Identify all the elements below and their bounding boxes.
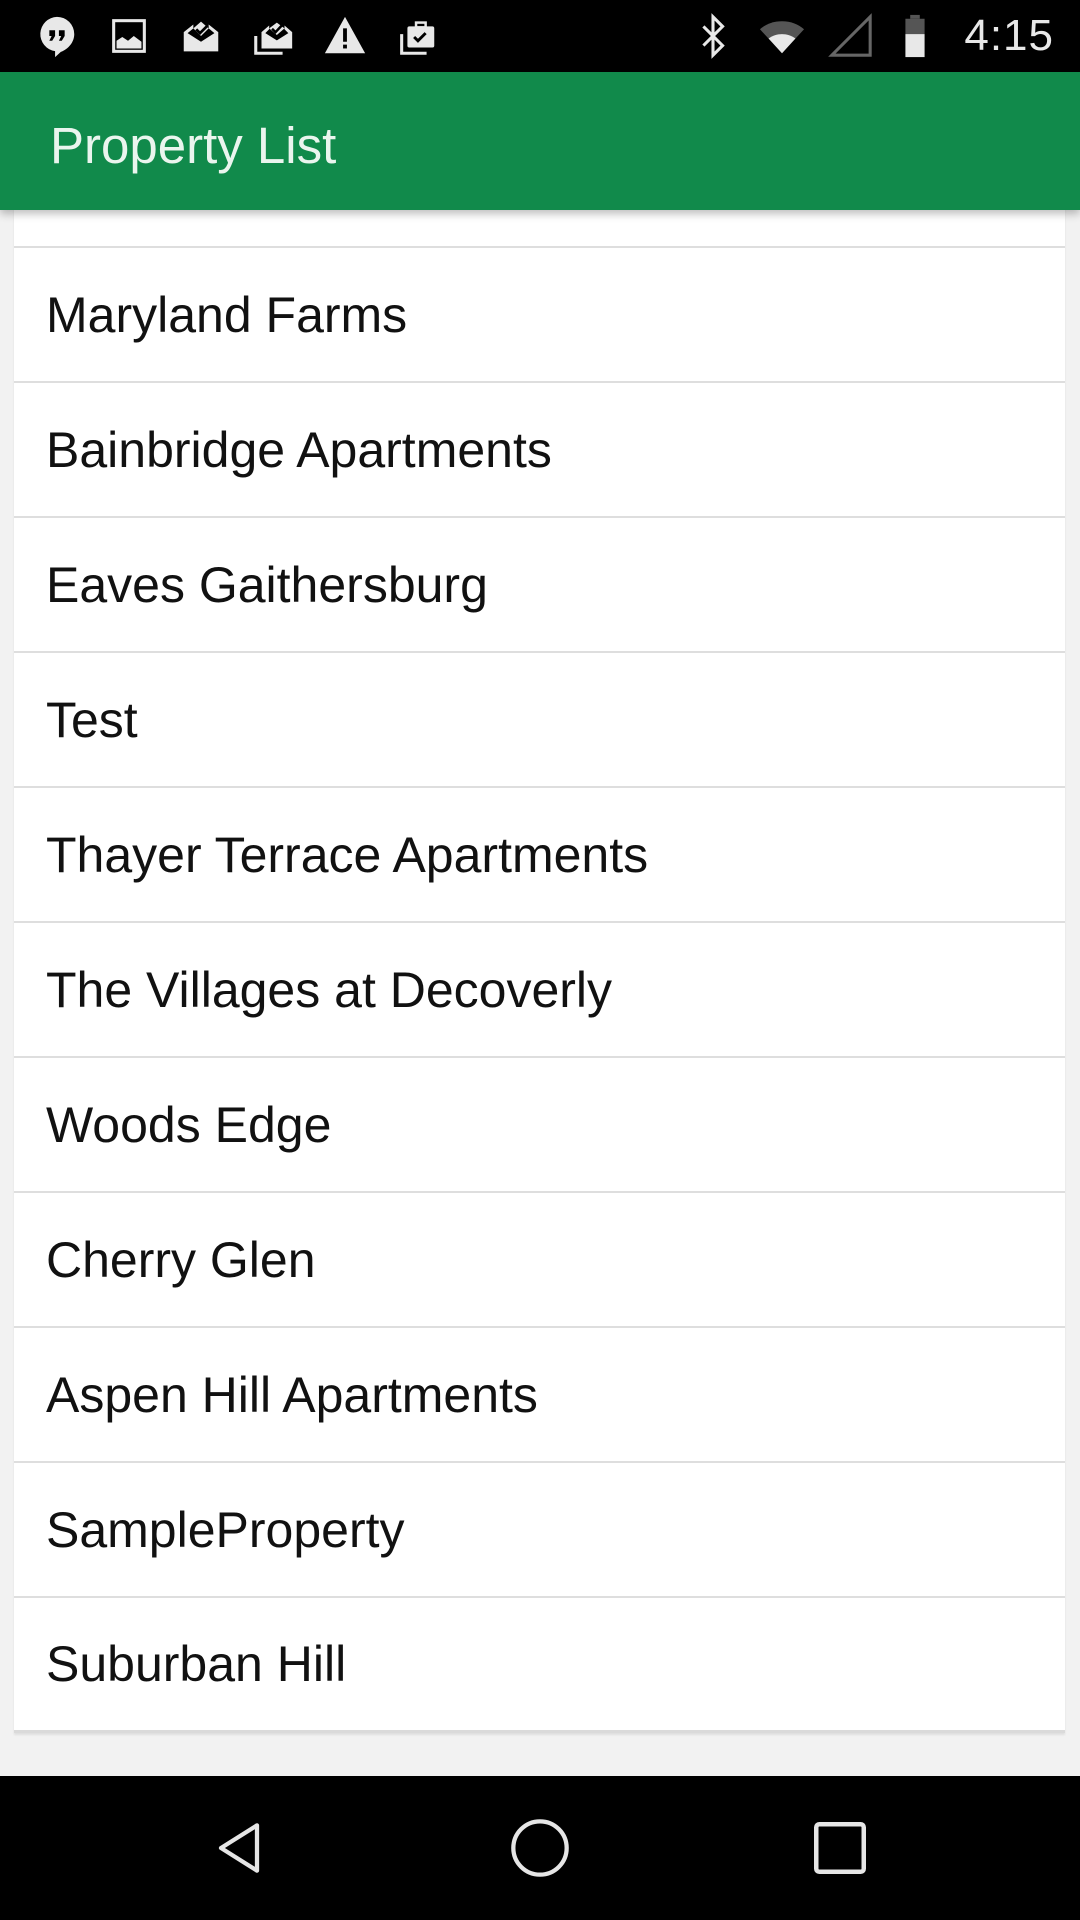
property-list-scroll[interactable]: Rockdale Apartments Maryland Farms Bainb… bbox=[0, 210, 1080, 1776]
wifi-icon bbox=[760, 21, 805, 54]
page-title: Property List bbox=[50, 117, 337, 174]
back-button[interactable] bbox=[205, 1812, 277, 1884]
status-bar: 4:15 bbox=[0, 0, 1080, 72]
property-list: Rockdale Apartments Maryland Farms Bainb… bbox=[14, 210, 1065, 1733]
image-icon bbox=[112, 19, 146, 53]
list-item[interactable]: Bainbridge Apartments bbox=[14, 383, 1065, 518]
list-item[interactable]: Woods Edge bbox=[14, 1058, 1065, 1193]
system-status-icons: 4:15 bbox=[690, 0, 1054, 72]
clock: 4:15 bbox=[964, 11, 1054, 60]
list-item[interactable]: The Villages at Decoverly bbox=[14, 923, 1065, 1058]
recents-button[interactable] bbox=[804, 1812, 876, 1884]
back-icon bbox=[218, 1823, 260, 1873]
list-item[interactable]: Suburban Hill bbox=[14, 1598, 1065, 1733]
navigation-bar bbox=[0, 1776, 1080, 1920]
list-item[interactable]: Aspen Hill Apartments bbox=[14, 1328, 1065, 1463]
list-item[interactable]: Test bbox=[14, 653, 1065, 788]
list-item[interactable]: SampleProperty bbox=[14, 1463, 1065, 1598]
list-item[interactable]: Eaves Gaithersburg bbox=[14, 518, 1065, 653]
home-icon bbox=[511, 1819, 569, 1877]
cell-signal-icon bbox=[828, 13, 873, 57]
list-item[interactable]: Cherry Glen bbox=[14, 1193, 1065, 1328]
app-bar: Property List bbox=[0, 72, 1080, 210]
home-button[interactable] bbox=[504, 1812, 576, 1884]
mail-check-icon bbox=[183, 21, 219, 52]
recents-icon bbox=[814, 1822, 866, 1874]
briefcase-check-icon bbox=[400, 21, 435, 55]
bluetooth-icon bbox=[702, 13, 726, 59]
warning-icon bbox=[324, 16, 366, 54]
battery-icon bbox=[905, 14, 925, 58]
list-item-partial[interactable]: Rockdale Apartments bbox=[14, 210, 1065, 248]
mail-check-stack-icon bbox=[254, 22, 293, 55]
list-item[interactable]: Thayer Terrace Apartments bbox=[14, 788, 1065, 923]
list-item[interactable]: Maryland Farms bbox=[14, 248, 1065, 383]
hangouts-icon bbox=[40, 16, 75, 58]
notification-icons bbox=[34, 0, 440, 72]
